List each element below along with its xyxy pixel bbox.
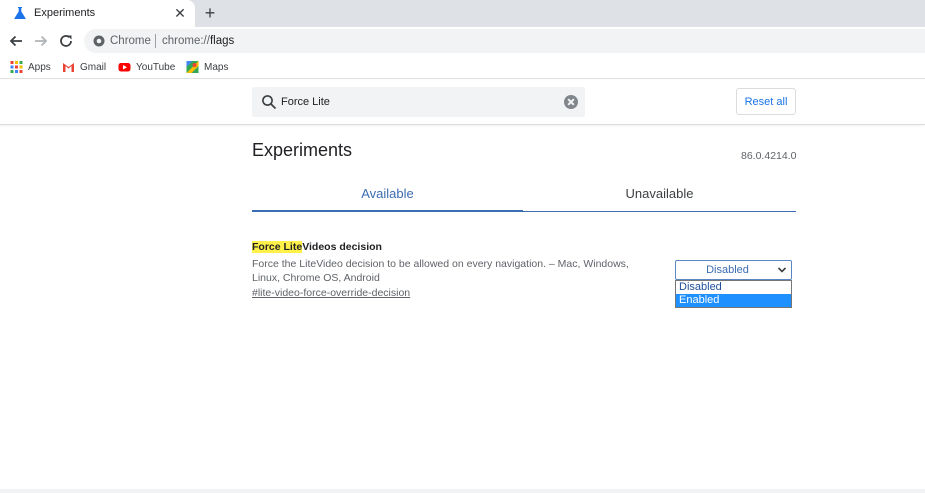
experiment-title-rest: Videos decision [302,241,382,253]
url-path: flags [209,35,235,47]
bottom-edge [0,489,925,493]
tab-unavailable[interactable]: Unavailable [523,176,796,212]
page-title: Experiments [252,140,353,160]
youtube-icon [118,63,131,72]
experiment-description: Force the LiteVideo decision to be allow… [252,258,629,284]
chrome-site-icon [93,35,105,47]
search-input[interactable] [281,93,551,111]
bookmark-label: Maps [204,61,229,73]
bookmark-label: Gmail [80,61,107,73]
url-scheme: chrome:// [162,35,210,47]
tab-strip: Experiments ✕ + [0,0,925,27]
experiment-title: Force LiteVideos decision [252,241,382,253]
omnibox[interactable]: Chrome chrome://flags [84,29,925,53]
tab-title: Experiments [34,7,96,19]
bookmark-maps[interactable]: Maps [186,59,228,75]
maps-icon [186,61,199,73]
close-icon[interactable]: ✕ [172,5,188,21]
clear-search-icon[interactable] [564,95,578,109]
new-tab-icon[interactable]: + [200,3,220,23]
omnibox-url[interactable]: chrome://flags [162,35,234,47]
option-enabled[interactable]: Enabled [676,294,791,307]
reset-all-button[interactable]: Reset all [736,88,796,115]
experiment-state-select[interactable]: Disabled [675,260,792,280]
flask-icon [14,7,26,19]
bookmark-gmail[interactable]: Gmail [62,59,106,75]
search-highlight: Force Lite [252,241,303,253]
bookmark-label: Apps [28,61,51,73]
apps-grid-icon [10,61,23,73]
select-value: Disabled [706,264,749,276]
tab-available[interactable]: Available [252,176,523,212]
bookmark-label: YouTube [136,61,176,73]
select-dropdown: Disabled Enabled [675,280,792,308]
reload-icon[interactable] [56,31,76,51]
browser-toolbar: Chrome chrome://flags [0,27,925,55]
gmail-icon [63,63,74,72]
version-label: 86.0.4214.0 [741,150,797,162]
bookmark-youtube[interactable]: YouTube [118,59,175,75]
option-disabled[interactable]: Disabled [676,281,791,294]
flags-header: Reset all [0,80,925,125]
search-icon [262,95,277,110]
omnibox-separator [155,34,156,48]
forward-arrow-icon[interactable] [31,31,51,51]
active-tab-indicator [252,210,523,212]
experiment-permalink[interactable]: #lite-video-force-override-decision [252,287,410,299]
bookmark-apps[interactable]: Apps [10,59,51,75]
omnibox-site-label: Chrome [110,35,151,47]
search-box[interactable] [252,87,585,117]
chevron-down-icon [777,267,787,273]
browser-tab-experiments[interactable]: Experiments ✕ [0,0,195,27]
bookmarks-bar: Apps Gmail YouTube Maps [0,55,925,79]
back-arrow-icon[interactable] [6,31,26,51]
